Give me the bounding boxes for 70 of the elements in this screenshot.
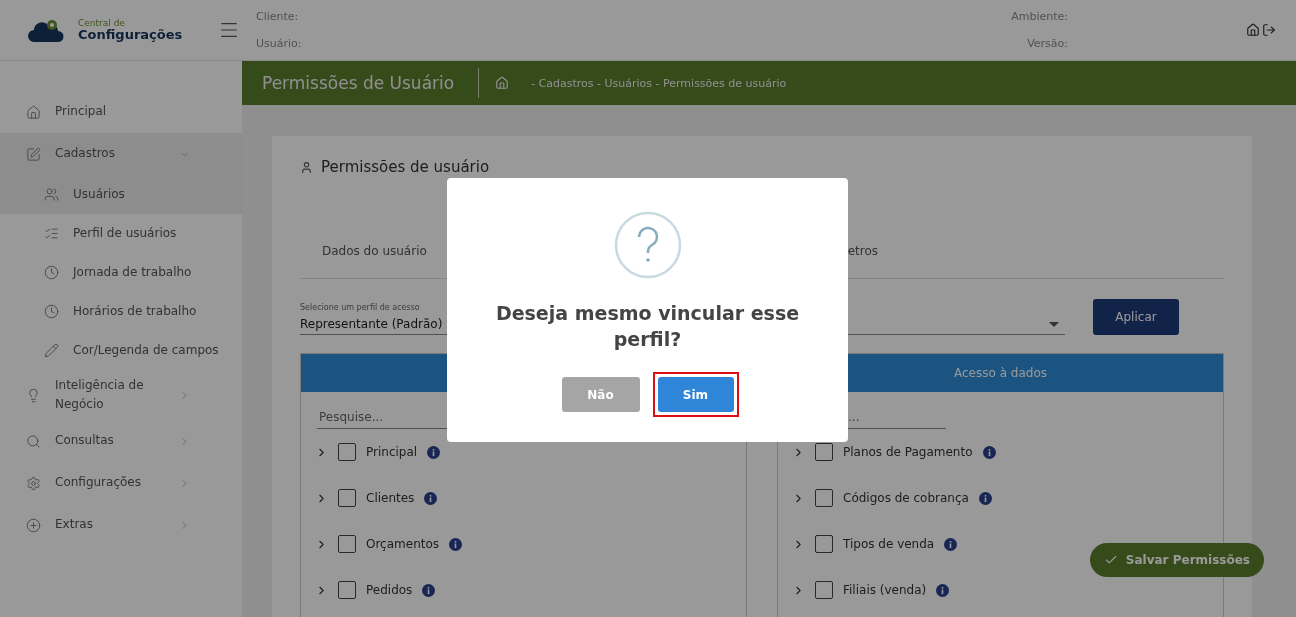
sidebar-item[interactable]: Principal <box>0 91 242 133</box>
tab[interactable]: etros <box>847 243 1224 279</box>
question-icon <box>613 211 682 279</box>
home-icon <box>26 104 41 120</box>
info-icon[interactable] <box>982 445 996 459</box>
logo-icon <box>28 18 64 42</box>
info-icon[interactable] <box>944 537 958 551</box>
checkbox[interactable] <box>815 535 833 553</box>
permission-label: Códigos de cobrança <box>843 491 969 505</box>
sidebar-item[interactable]: Inteligência de Negócio <box>0 370 242 420</box>
info-icon[interactable] <box>936 583 950 597</box>
permission-label: Orçamentos <box>366 537 440 551</box>
info-icon[interactable] <box>424 491 438 505</box>
sidebar-subitem[interactable]: Horários de trabalho <box>0 292 242 331</box>
pencil-icon <box>44 343 59 358</box>
card-title: Permissões de usuário <box>321 158 490 176</box>
settings-icon <box>26 475 41 491</box>
info-icon[interactable] <box>422 583 436 597</box>
permission-label: Clientes <box>366 491 415 505</box>
sidebar-item[interactable]: Cadastros <box>0 133 242 175</box>
checkbox[interactable] <box>338 581 356 599</box>
save-button[interactable]: Salvar Permissões <box>1089 543 1264 577</box>
checklist-icon <box>44 226 59 241</box>
home-icon[interactable] <box>1246 23 1260 37</box>
permission-label: Planos de Pagamento <box>843 445 973 459</box>
checkbox[interactable] <box>815 581 833 599</box>
info-icon[interactable] <box>427 445 441 459</box>
breadcrumb: - Cadastros - Usuários - Permissões de usuário <box>531 76 787 90</box>
sidebar-subitem[interactable]: Usuários <box>0 175 242 214</box>
version-label: Versão: <box>1027 37 1068 50</box>
edit-icon <box>26 146 41 162</box>
user-icon <box>300 160 313 174</box>
caret-icon <box>1049 321 1059 327</box>
info-icon[interactable] <box>978 491 992 505</box>
home-icon[interactable] <box>495 76 510 90</box>
plus-circle-icon <box>26 517 41 533</box>
cancel-button[interactable]: Não <box>561 377 640 413</box>
sidebar-subitem[interactable]: Perfil de usuários <box>0 214 242 253</box>
clock-icon <box>44 265 59 280</box>
page-title: Permissões de Usuário <box>242 68 480 98</box>
permission-label: Filiais (venda) <box>843 583 927 597</box>
info-icon[interactable] <box>449 537 463 551</box>
permission-label: Pedidos <box>366 583 413 597</box>
lightbulb-icon <box>26 387 41 403</box>
clock-icon <box>44 304 59 319</box>
search-icon <box>26 433 41 449</box>
confirm-button[interactable]: Sim <box>657 377 734 413</box>
check-icon <box>1103 553 1118 567</box>
checkbox[interactable] <box>338 489 356 507</box>
sidebar-item[interactable]: Configurações <box>0 462 242 504</box>
sidebar-item[interactable]: Consultas <box>0 420 242 462</box>
sidebar-item[interactable]: Extras <box>0 504 242 546</box>
user-label: Usuário: <box>256 37 302 50</box>
environment-label: Ambiente: <box>1011 10 1068 23</box>
checkbox[interactable] <box>815 489 833 507</box>
tab[interactable]: Dados do usuário <box>300 243 449 279</box>
permission-label: Tipos de venda <box>843 537 935 551</box>
checkbox[interactable] <box>338 443 356 461</box>
logo-title: Configurações <box>78 28 183 41</box>
dialog-title: Deseja mesmo vincular esse perfil? <box>494 301 801 352</box>
users-icon <box>44 187 59 202</box>
sidebar-subitem[interactable]: Jornada de trabalho <box>0 253 242 292</box>
apply-button[interactable]: Aplicar <box>1093 299 1179 335</box>
checkbox[interactable] <box>338 535 356 553</box>
logout-icon[interactable] <box>1262 23 1276 37</box>
permission-label: Principal <box>366 445 418 459</box>
checkbox[interactable] <box>815 443 833 461</box>
sidebar-subitem[interactable]: Cor/Legenda de campos <box>0 331 242 370</box>
logo-subtitle: Central de <box>78 19 126 28</box>
client-label: Cliente: <box>256 10 299 23</box>
